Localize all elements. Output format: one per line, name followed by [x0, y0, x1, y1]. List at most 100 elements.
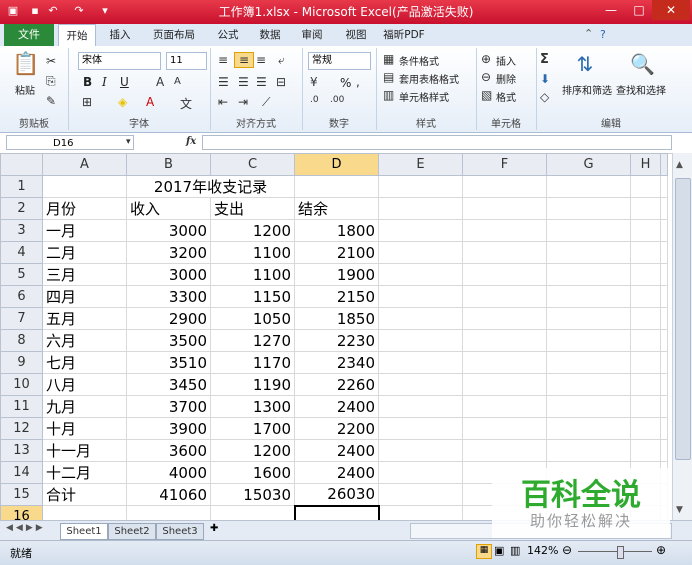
cell-G7[interactable]	[546, 307, 631, 330]
cell-H6[interactable]	[630, 285, 661, 308]
bold-button[interactable]: B	[83, 75, 92, 89]
cell-B8[interactable]: 3500	[126, 329, 211, 352]
row-header[interactable]: 7	[0, 307, 43, 330]
cell-C12[interactable]: 1700	[210, 417, 295, 440]
sort-filter-button[interactable]: 排序和筛选	[562, 82, 612, 97]
cell-G12[interactable]	[546, 417, 631, 440]
cell-H7[interactable]	[630, 307, 661, 330]
merge-center-icon[interactable]: ⊟	[276, 75, 286, 89]
cell-overflow[interactable]	[660, 175, 668, 198]
cell-E14[interactable]	[378, 461, 463, 484]
cell-overflow[interactable]	[660, 439, 668, 462]
cell-E7[interactable]	[378, 307, 463, 330]
cell-B7[interactable]: 2900	[126, 307, 211, 330]
ribbon-tab-1[interactable]: 插入	[100, 24, 140, 46]
cell-C4[interactable]: 1100	[210, 241, 295, 264]
cell-H5[interactable]	[630, 263, 661, 286]
cell-F7[interactable]	[462, 307, 547, 330]
cell-E13[interactable]	[378, 439, 463, 462]
cell-H13[interactable]	[630, 439, 661, 462]
cell-D11[interactable]: 2400	[294, 395, 379, 418]
cell-C13[interactable]: 1200	[210, 439, 295, 462]
sheet-tab-sheet1[interactable]: Sheet1	[60, 523, 108, 540]
row-header[interactable]: 15	[0, 483, 43, 506]
cell-B11[interactable]: 3700	[126, 395, 211, 418]
redo-icon[interactable]: ↷	[72, 4, 86, 18]
collapse-ribbon-icon[interactable]: ⌃	[584, 27, 593, 40]
cell-C2[interactable]: 支出	[210, 197, 295, 220]
ribbon-tab-6[interactable]: 视图	[338, 24, 374, 46]
row-header[interactable]: 5	[0, 263, 43, 286]
cut-icon[interactable]: ✂	[46, 54, 56, 68]
cell-H12[interactable]	[630, 417, 661, 440]
ribbon-tab-4[interactable]: 数据	[252, 24, 288, 46]
format-button[interactable]: 格式	[496, 89, 516, 104]
font-color-icon[interactable]: A	[146, 95, 154, 109]
cell-A11[interactable]: 九月	[42, 395, 127, 418]
cell-D3[interactable]: 1800	[294, 219, 379, 242]
cell-G5[interactable]	[546, 263, 631, 286]
cell-H9[interactable]	[630, 351, 661, 374]
cell-A5[interactable]: 三月	[42, 263, 127, 286]
align-left-icon[interactable]: ☰	[218, 75, 229, 89]
cell-A9[interactable]: 七月	[42, 351, 127, 374]
cell-C10[interactable]: 1190	[210, 373, 295, 396]
cell-A4[interactable]: 二月	[42, 241, 127, 264]
cell-overflow[interactable]	[660, 285, 668, 308]
cell-D7[interactable]: 1850	[294, 307, 379, 330]
row-header[interactable]: 1	[0, 175, 43, 198]
delete-button[interactable]: 删除	[496, 71, 516, 86]
zoom-slider[interactable]	[578, 551, 652, 552]
cell-E3[interactable]	[378, 219, 463, 242]
cell-E9[interactable]	[378, 351, 463, 374]
cell-G11[interactable]	[546, 395, 631, 418]
cell-E2[interactable]	[378, 197, 463, 220]
cell-F9[interactable]	[462, 351, 547, 374]
cell-H4[interactable]	[630, 241, 661, 264]
cell-C11[interactable]: 1300	[210, 395, 295, 418]
increase-font-icon[interactable]: A	[156, 75, 164, 89]
percent-button[interactable]: %	[340, 76, 351, 90]
cell-D10[interactable]: 2260	[294, 373, 379, 396]
cell-E16[interactable]	[378, 505, 463, 520]
cell-F13[interactable]	[462, 439, 547, 462]
cell-H11[interactable]	[630, 395, 661, 418]
cell-G13[interactable]	[546, 439, 631, 462]
cell-E5[interactable]	[378, 263, 463, 286]
orientation-icon[interactable]: ⟋	[262, 95, 270, 110]
cell-B12[interactable]: 3900	[126, 417, 211, 440]
conditional-format-icon[interactable]: ▦	[383, 52, 394, 66]
page-layout-view-icon[interactable]: ▣	[494, 544, 504, 557]
delete-cells-icon[interactable]: ⊖	[481, 70, 491, 84]
scroll-up-icon[interactable]: ▲	[676, 160, 683, 170]
paste-icon[interactable]: 📋	[12, 52, 39, 78]
zoom-in-icon[interactable]: ⊕	[656, 543, 666, 557]
row-header[interactable]: 14	[0, 461, 43, 484]
cell-D5[interactable]: 1900	[294, 263, 379, 286]
cell-B1[interactable]: 2017年收支记录	[126, 175, 295, 198]
page-break-view-icon[interactable]: ▥	[510, 544, 520, 557]
cell-A14[interactable]: 十二月	[42, 461, 127, 484]
row-header[interactable]: 16	[0, 505, 43, 520]
align-bottom-icon[interactable]: ≡	[256, 53, 266, 67]
cell-B10[interactable]: 3450	[126, 373, 211, 396]
cell-overflow[interactable]	[660, 329, 668, 352]
cell-B2[interactable]: 收入	[126, 197, 211, 220]
column-header-E[interactable]: E	[378, 153, 463, 176]
column-header-overflow[interactable]	[660, 153, 668, 176]
cell-E12[interactable]	[378, 417, 463, 440]
cell-A15[interactable]: 合计	[42, 483, 127, 506]
cell-D2[interactable]: 结余	[294, 197, 379, 220]
cell-F10[interactable]	[462, 373, 547, 396]
decrease-font-icon[interactable]: A	[174, 76, 181, 87]
cell-F4[interactable]	[462, 241, 547, 264]
cell-overflow[interactable]	[660, 351, 668, 374]
cell-F8[interactable]	[462, 329, 547, 352]
cell-C14[interactable]: 1600	[210, 461, 295, 484]
cell-A10[interactable]: 八月	[42, 373, 127, 396]
cell-C15[interactable]: 15030	[210, 483, 295, 506]
cell-G2[interactable]	[546, 197, 631, 220]
cell-A12[interactable]: 十月	[42, 417, 127, 440]
cell-overflow[interactable]	[660, 417, 668, 440]
number-format-select[interactable]: 常规	[308, 52, 371, 70]
